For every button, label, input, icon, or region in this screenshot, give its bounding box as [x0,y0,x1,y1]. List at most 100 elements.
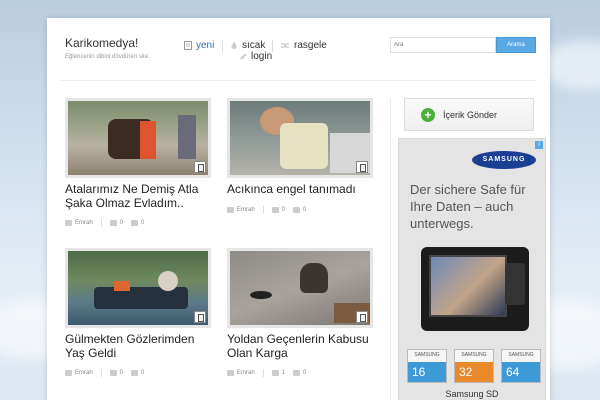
sd-card: SAMSUNG 16 [407,349,447,383]
shuffle-icon [281,43,289,48]
sd-card-brand: SAMSUNG [508,352,534,358]
post-thumbnail[interactable] [65,248,211,328]
video-icon [356,311,368,323]
header: Karikomedya! Eğlencenin dibini dövdüren … [47,18,550,80]
user-icon [227,207,234,213]
post-comment-count: 0 [281,207,286,213]
post-like-count: 0 [141,220,145,226]
post-likes[interactable]: 0 [293,207,306,213]
sd-card-size: 64 [502,362,540,382]
brand-logo: SAMSUNG [472,151,536,169]
search-input[interactable] [390,37,496,53]
nav-divider [222,40,223,52]
meta-divider [262,206,264,214]
post-author-name: Emrah [75,370,93,376]
post-comment-count: 0 [119,220,124,226]
post-thumbnail[interactable] [65,98,211,178]
pencil-icon [240,53,247,60]
sidebar-divider [390,98,391,400]
post-author-name: Emrah [75,220,93,226]
post-comments[interactable]: 0 [271,207,286,213]
nav-item-sicak[interactable]: sıcak [230,40,265,51]
search-button[interactable]: Arama [496,37,536,53]
ad-footer: Samsung SD [445,389,499,399]
plus-icon: + [421,107,435,122]
post-like-count: 0 [303,207,307,213]
post-author[interactable]: Emrah [65,220,93,226]
comment-icon [109,220,117,226]
post-author[interactable]: Emrah [227,370,255,376]
camera-image [421,247,529,331]
meta-divider [262,369,264,377]
post-author-name: Emrah [237,207,255,213]
post-comment-count: 0 [119,370,124,376]
post-meta: Emrah 0 0 [227,205,377,215]
ad-info-icon[interactable]: i [535,141,543,149]
site-logo[interactable]: Karikomedya! [65,36,138,50]
post-likes[interactable]: 0 [131,370,144,376]
sd-card-row: SAMSUNG 16 SAMSUNG 32 SAMSUNG 64 [407,349,541,383]
video-icon [194,311,206,323]
header-divider [61,80,536,81]
video-still [68,101,208,175]
post-like-count: 0 [141,370,145,376]
flame-icon [231,41,237,49]
video-still [230,101,370,175]
meta-divider [100,219,102,227]
post-meta: Emrah 1 0 [227,368,377,378]
sd-card-brand: SAMSUNG [414,352,440,358]
document-icon [184,41,192,50]
heart-icon [293,370,301,376]
camera-lens [505,263,525,305]
post-title[interactable]: Yoldan Geçenlerin Kabusu Olan Karga [227,332,377,360]
ad-headline: Der sichere Safe für Ihre Daten – auch u… [410,182,526,231]
post-title[interactable]: Gülmekten Gözlerimden Yaş Geldi [65,332,215,360]
video-icon [194,161,206,173]
sd-card: SAMSUNG 64 [501,349,541,383]
post-likes[interactable]: 0 [293,370,306,376]
post-author[interactable]: Emrah [65,370,93,376]
nav-label: sıcak [242,40,266,51]
post-title[interactable]: Acıkınca engel tanımadı [227,182,377,196]
video-still [68,251,208,325]
nav-label: login [251,51,273,62]
post-meta: Emrah 0 0 [65,218,215,228]
advertisement[interactable]: i SAMSUNG Der sichere Safe für Ihre Date… [398,138,546,400]
post-meta: Emrah 0 0 [65,368,215,378]
nav-divider [272,40,273,52]
post-likes[interactable]: 0 [131,220,144,226]
post-author-name: Emrah [237,370,255,376]
video-still [230,251,370,325]
sd-card-size: 32 [455,362,493,382]
submit-content-label: İçerik Gönder [443,109,498,120]
post-like-count: 0 [303,370,307,376]
heart-icon [131,370,139,376]
comment-icon [271,370,279,376]
video-icon [356,161,368,173]
page-container: Karikomedya! Eğlencenin dibini dövdüren … [47,18,550,400]
post-thumbnail[interactable] [227,248,373,328]
submit-content-button[interactable]: + İçerik Gönder [404,98,534,131]
nav-item-rasgele[interactable]: rasgele [280,40,327,51]
sd-card-size: 16 [408,362,446,382]
user-icon [227,370,234,376]
comment-icon [271,207,279,213]
heart-icon [131,220,139,226]
nav-label: yeni [196,40,215,51]
heart-icon [293,207,301,213]
nav-label: rasgele [294,40,327,51]
site-tagline: Eğlencenin dibini dövdüren site. [65,54,150,60]
meta-divider [100,369,102,377]
post-thumbnail[interactable] [227,98,373,178]
nav-item-login[interactable]: login [239,51,272,62]
sd-card: SAMSUNG 32 [454,349,494,383]
user-icon [65,370,72,376]
post-title[interactable]: Atalarımız Ne Demiş Atla Şaka Olmaz Evla… [65,182,215,210]
nav-item-yeni[interactable]: yeni [184,40,214,51]
post-comments[interactable]: 0 [109,370,124,376]
post-author[interactable]: Emrah [227,207,255,213]
comment-icon [109,370,117,376]
user-icon [65,220,72,226]
post-comments[interactable]: 0 [109,220,124,226]
post-comments[interactable]: 1 [271,370,285,376]
